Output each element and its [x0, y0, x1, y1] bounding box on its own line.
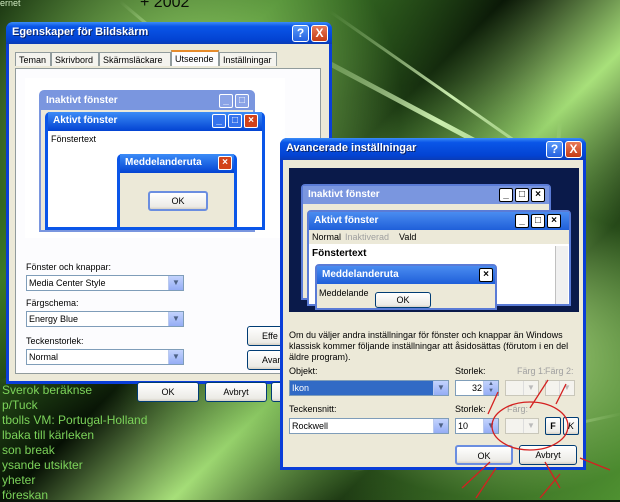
annotation-circle — [491, 401, 569, 451]
annotation-line — [555, 383, 567, 405]
annotation-line — [539, 473, 561, 499]
annotation-overlay — [461, 379, 611, 499]
annotation-line — [544, 461, 561, 489]
annotation-line — [487, 391, 499, 415]
annotation-marks — [461, 379, 611, 499]
annotation-line — [579, 457, 611, 471]
